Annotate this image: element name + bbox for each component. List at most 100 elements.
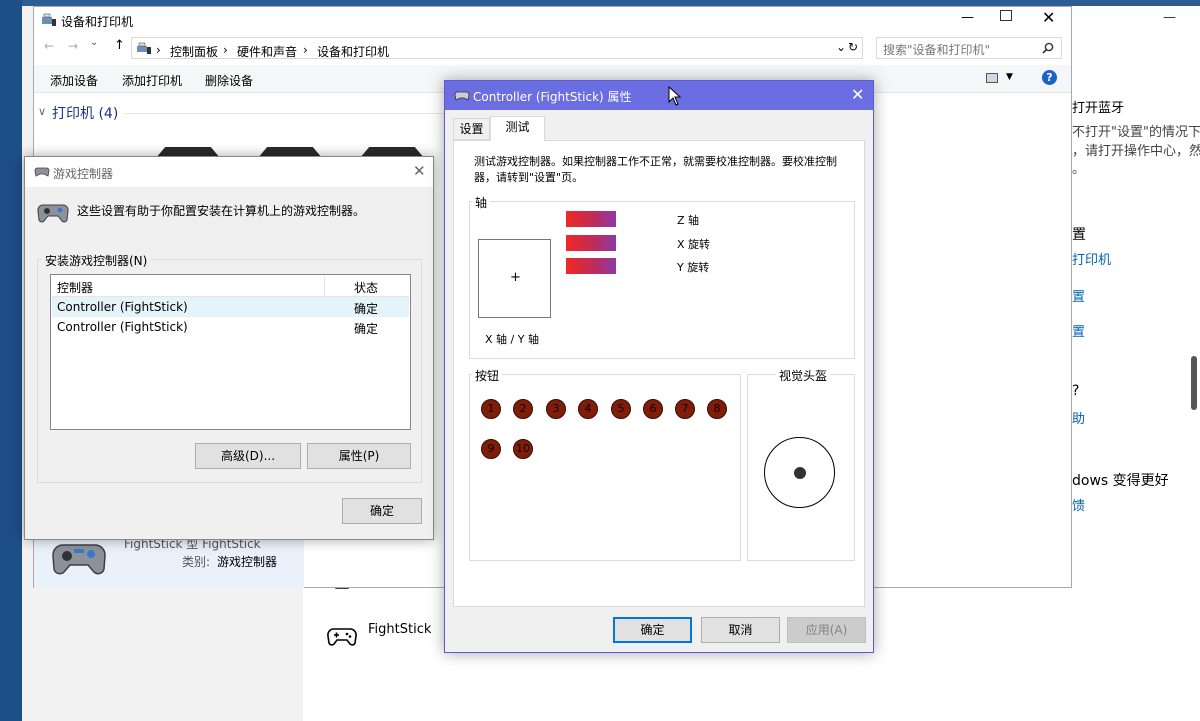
installed-controllers-label: 安装游戏控制器(N) [42, 252, 151, 269]
game-controllers-title-bar: 游戏控制器 ✕ [25, 157, 433, 187]
help-icon[interactable]: ? [1042, 70, 1057, 85]
settings-minimize-icon[interactable]: — [1163, 10, 1176, 25]
properties-title: Controller (FightStick) 属性 [473, 90, 632, 104]
printer-settings-link[interactable]: 打印机 [1072, 249, 1111, 268]
explorer-address-row: ← → ⌄ ↑ › 控制面板 › 硬件和声音 › 设备和打印机 ⌄ ↻ 搜索"设… [34, 34, 1071, 62]
controller-button-indicator: 10 [513, 439, 533, 459]
breadcrumb-devices-printers[interactable]: 设备和打印机 [317, 43, 389, 60]
explorer-close-icon[interactable]: ✕ [1042, 8, 1055, 27]
address-devices-icon [137, 42, 151, 54]
back-icon[interactable]: ← [44, 39, 54, 53]
properties-close-icon[interactable]: ✕ [851, 85, 864, 104]
recent-dropdown-icon[interactable]: ⌄ [90, 37, 98, 48]
related-link-2[interactable]: 置 [1072, 286, 1085, 305]
gamepad-device-icon [52, 544, 106, 575]
row-status: 确定 [354, 322, 379, 336]
gc-ok-button[interactable]: 确定 [342, 498, 422, 524]
controller-button-indicator: 5 [611, 399, 631, 419]
add-device-button[interactable]: 添加设备 [50, 72, 98, 89]
properties-apply-button[interactable]: 应用(A) [787, 617, 866, 643]
get-help-link[interactable]: 助 [1072, 408, 1085, 427]
refresh-icon[interactable]: ↻ [848, 40, 858, 54]
list-header: 控制器 状态 [52, 276, 409, 297]
printers-group-header[interactable]: 打印机 (4) [52, 103, 118, 123]
controller-button-indicator: 6 [643, 399, 663, 419]
view-dropdown-icon[interactable]: ▼ [1006, 72, 1013, 82]
devices-printers-icon [42, 13, 56, 26]
properties-title-bar: Controller (FightStick) 属性 ✕ [445, 81, 873, 110]
controller-button-indicator: 4 [578, 399, 598, 419]
explorer-maximize-icon[interactable] [1000, 10, 1012, 21]
game-controllers-close-icon[interactable]: ✕ [413, 162, 426, 180]
feedback-link[interactable]: 馈 [1072, 495, 1085, 514]
pov-label: 视觉头盔 [776, 367, 831, 384]
breadcrumb-separator-icon: › [223, 43, 228, 57]
test-instructions: 测试游戏控制器。如果控制器工作不正常，就需要校准控制器。要校准控制器，请转到"设… [474, 155, 837, 184]
controllers-list[interactable]: 控制器 状态 Controller (FightStick) 确定 Contro… [50, 274, 411, 430]
question-heading: ? [1072, 383, 1080, 399]
remove-device-button[interactable]: 删除设备 [205, 72, 253, 89]
pov-hat-circle [764, 437, 835, 508]
search-input[interactable]: 搜索"设备和打印机" [876, 37, 1062, 59]
view-options-icon[interactable] [986, 73, 998, 83]
controller-button-indicator: 2 [513, 399, 533, 419]
detail-category-value: 游戏控制器 [217, 555, 278, 569]
gamepad-icon [327, 628, 357, 646]
breadcrumb-separator-icon: › [303, 43, 308, 57]
add-printer-button[interactable]: 添加打印机 [122, 72, 182, 89]
related-link-3[interactable]: 置 [1072, 321, 1085, 340]
properties-button[interactable]: 属性(P) [307, 443, 411, 469]
settings-scrollbar-thumb[interactable] [1191, 356, 1197, 410]
explorer-title: 设备和打印机 [61, 15, 134, 29]
row-controller-name: Controller (FightStick) [57, 300, 188, 314]
table-row[interactable]: Controller (FightStick) 确定 [52, 317, 409, 337]
game-controllers-dialog: 游戏控制器 ✕ 这些设置有助于你配置安装在计算机上的游戏控制器。 安装游戏控制器… [24, 156, 434, 540]
y-rotation-label: Y 旋转 [677, 261, 710, 274]
game-controllers-description: 这些设置有助于你配置安装在计算机上的游戏控制器。 [77, 204, 366, 218]
x-rotation-label: X 旋转 [677, 238, 711, 251]
detail-category-label: 类别: [182, 555, 211, 569]
address-bar[interactable]: › 控制面板 › 硬件和声音 › 设备和打印机 ⌄ ↻ [131, 37, 863, 59]
z-axis-bar [566, 211, 616, 227]
explorer-title-bar: 设备和打印机 — ✕ [34, 7, 1071, 34]
controller-properties-dialog: Controller (FightStick) 属性 ✕ 设置 测试 测试游戏控… [444, 80, 874, 653]
xy-axis-label: X 轴 / Y 轴 [485, 333, 539, 346]
test-tab-panel: 测试游戏控制器。如果控制器工作不正常，就需要校准控制器。要校准控制器，请转到"设… [453, 140, 865, 607]
controller-button-indicator: 3 [546, 399, 566, 419]
up-icon[interactable]: ↑ [114, 38, 125, 53]
group-collapse-icon[interactable]: ∨ [38, 105, 46, 118]
controller-button-indicator: 8 [707, 399, 727, 419]
breadcrumb-hardware-sound[interactable]: 硬件和声音 [237, 43, 297, 60]
tab-settings[interactable]: 设置 [453, 118, 490, 140]
forward-icon[interactable]: → [68, 39, 78, 53]
column-header-status[interactable]: 状态 [354, 279, 378, 296]
mouse-cursor-icon [668, 86, 682, 106]
gamepad-title-icon [454, 91, 470, 101]
bluetooth-desc-line2: ，请打开操作中心，然 [1072, 144, 1200, 159]
z-axis-label: Z 轴 [677, 214, 700, 227]
xy-crosshair: + [510, 270, 521, 285]
game-controllers-title: 游戏控制器 [53, 167, 114, 181]
bluetooth-desc-line3: 。 [1072, 162, 1086, 177]
pov-group: 视觉头盔 [747, 367, 855, 561]
controller-button-indicator: 7 [675, 399, 695, 419]
explorer-minimize-icon[interactable]: — [961, 10, 974, 25]
x-rotation-bar [566, 235, 616, 251]
gamepad-small-icon [34, 167, 50, 177]
address-dropdown-icon[interactable]: ⌄ [836, 40, 846, 54]
axes-group: 轴 Z 轴 X 旋转 Y 旋转 + X 轴 / Y 轴 [469, 194, 855, 359]
desktop-left-strip [0, 0, 22, 721]
column-header-controller[interactable]: 控制器 [57, 279, 93, 296]
settings-device-fightstick[interactable]: FightStick [368, 622, 431, 637]
properties-cancel-button[interactable]: 取消 [701, 617, 780, 643]
breadcrumb-control-panel[interactable]: 控制面板 [170, 43, 218, 60]
make-windows-better-heading: dows 变得更好 [1072, 473, 1169, 489]
xy-axis-box: + [478, 239, 551, 318]
advanced-button[interactable]: 高级(D)... [195, 443, 301, 469]
search-icon[interactable] [1042, 42, 1054, 54]
tab-test[interactable]: 测试 [490, 116, 545, 141]
table-row[interactable]: Controller (FightStick) 确定 [52, 297, 409, 317]
gamepad-info-icon [37, 204, 69, 223]
properties-ok-button[interactable]: 确定 [613, 617, 692, 643]
row-status: 确定 [354, 302, 379, 316]
